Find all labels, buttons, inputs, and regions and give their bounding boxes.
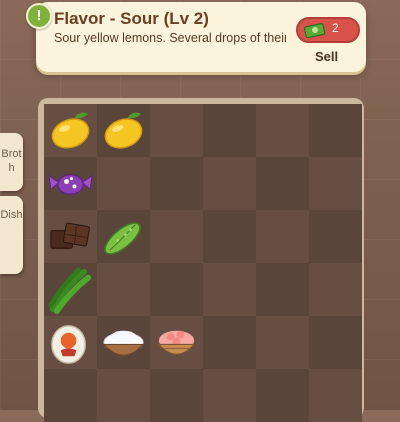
lemon-icon[interactable]: lemon xyxy=(45,105,96,156)
inventory-slot[interactable] xyxy=(256,157,309,210)
inventory-slot[interactable] xyxy=(150,210,203,263)
inventory-slot[interactable]: shrimp bowl xyxy=(150,316,203,369)
salted-egg-icon[interactable]: salted egg xyxy=(45,317,96,368)
sell-price-value: 2 xyxy=(332,21,339,35)
inventory-slot[interactable] xyxy=(203,263,256,316)
inventory-slot[interactable] xyxy=(203,104,256,157)
inventory-slot[interactable] xyxy=(203,369,256,422)
chocolate-icon[interactable]: chocolate xyxy=(45,211,96,262)
info-icon[interactable]: ! xyxy=(26,3,52,29)
inventory-slot[interactable] xyxy=(309,104,362,157)
inventory-slot[interactable] xyxy=(309,316,362,369)
cash-icon xyxy=(303,23,326,39)
inventory-slot[interactable] xyxy=(150,157,203,210)
inventory-slot[interactable] xyxy=(203,157,256,210)
inventory-slot[interactable] xyxy=(150,263,203,316)
inventory-slot[interactable]: lemon xyxy=(97,104,150,157)
inventory-slot[interactable]: chocolate xyxy=(44,210,97,263)
tab-dish[interactable]: Dish xyxy=(0,196,23,274)
inventory-slot[interactable]: candy xyxy=(44,157,97,210)
sell-button[interactable]: Sell xyxy=(315,49,338,64)
rice-bowl-icon[interactable]: rice bowl xyxy=(98,317,149,368)
inventory-slot[interactable] xyxy=(256,263,309,316)
inventory-slot[interactable] xyxy=(256,369,309,422)
inventory-slot[interactable]: salted egg xyxy=(44,316,97,369)
tab-broth[interactable]: Broth xyxy=(0,133,23,191)
inventory-grid: lemonlemoncandychocolatebitter melongree… xyxy=(44,104,362,422)
inventory-slot[interactable]: green peppers xyxy=(44,263,97,316)
inventory-slot[interactable] xyxy=(97,157,150,210)
inventory-slot[interactable] xyxy=(309,263,362,316)
item-title: Flavor - Sour (Lv 2) xyxy=(54,9,209,28)
inventory-slot[interactable]: bitter melon xyxy=(97,210,150,263)
inventory-slot[interactable] xyxy=(203,316,256,369)
inventory-slot[interactable]: rice bowl xyxy=(97,316,150,369)
inventory-slot[interactable] xyxy=(309,210,362,263)
bitter-melon-icon[interactable]: bitter melon xyxy=(98,211,149,262)
sell-price-button[interactable]: 2 xyxy=(296,17,360,43)
inventory-slot[interactable] xyxy=(150,369,203,422)
shrimp-bowl-icon[interactable]: shrimp bowl xyxy=(151,317,202,368)
inventory-slot[interactable]: lemon xyxy=(44,104,97,157)
inventory-slot[interactable] xyxy=(150,104,203,157)
lemon-icon[interactable]: lemon xyxy=(98,105,149,156)
inventory-slot[interactable] xyxy=(97,263,150,316)
candy-icon[interactable]: candy xyxy=(45,158,96,209)
inventory-slot[interactable] xyxy=(309,369,362,422)
item-description: Sour yellow lemons. Several drops of the… xyxy=(54,31,286,45)
green-pepper-icon[interactable]: green peppers xyxy=(45,264,96,315)
item-info-panel: Flavor - Sour (Lv 2) Sour yellow lemons.… xyxy=(36,2,366,72)
inventory-slot[interactable] xyxy=(97,369,150,422)
inventory-slot[interactable] xyxy=(44,369,97,422)
inventory-slot[interactable] xyxy=(309,157,362,210)
inventory-slot[interactable] xyxy=(256,104,309,157)
inventory-slot[interactable] xyxy=(256,210,309,263)
inventory-slot[interactable] xyxy=(256,316,309,369)
inventory-slot[interactable] xyxy=(203,210,256,263)
